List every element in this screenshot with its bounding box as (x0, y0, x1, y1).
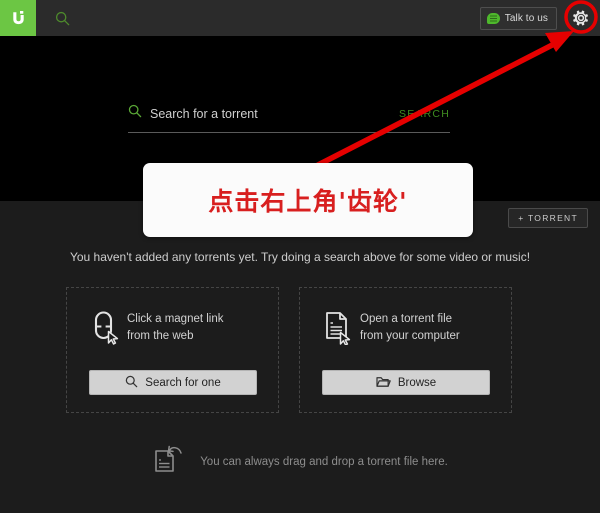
search-input[interactable] (150, 106, 400, 121)
gear-icon (573, 10, 588, 26)
torrent-file-card-line1: Open a torrent file (360, 313, 453, 325)
browse-button[interactable]: Browse (322, 370, 490, 395)
settings-gear-button[interactable] (570, 7, 592, 29)
drag-drop-hint: You can always drag and drop a torrent f… (0, 444, 600, 479)
action-cards: Click a magnet link from the web Search … (66, 287, 512, 413)
talk-to-us-button[interactable]: Talk to us (479, 6, 557, 30)
torrent-file-card-header: Open a torrent file from your computer (300, 288, 511, 350)
document-icon (322, 309, 360, 350)
top-bar: Talk to us (0, 0, 600, 36)
chat-bubble-icon (486, 12, 500, 24)
magnet-card-line2: from the web (127, 330, 194, 342)
torrent-file-card-text: Open a torrent file from your computer (360, 309, 460, 345)
torrent-search-bar: SEARCH (128, 104, 450, 133)
magnet-icon (89, 309, 127, 350)
torrent-file-card: Open a torrent file from your computer B… (299, 287, 512, 413)
utorrent-logo-icon[interactable] (0, 0, 36, 36)
magnet-card-line1: Click a magnet link (127, 313, 224, 325)
search-submit-button[interactable]: SEARCH (399, 108, 450, 120)
drag-drop-text: You can always drag and drop a torrent f… (200, 455, 448, 468)
search-icon (128, 104, 142, 123)
talk-to-us-label: Talk to us (504, 12, 548, 24)
magnet-link-card: Click a magnet link from the web Search … (66, 287, 279, 413)
document-drop-icon (152, 444, 186, 479)
magnet-card-header: Click a magnet link from the web (67, 288, 278, 350)
browse-label: Browse (397, 376, 437, 389)
hero-section: SEARCH (0, 36, 600, 201)
torrent-file-card-line2: from your computer (360, 330, 460, 342)
search-for-one-label: Search for one (145, 376, 221, 389)
folder-icon (376, 375, 391, 391)
topbar-search-icon[interactable] (42, 0, 82, 36)
empty-state-message: You haven't added any torrents yet. Try … (69, 250, 531, 264)
magnet-card-text: Click a magnet link from the web (127, 309, 224, 345)
search-icon (125, 375, 138, 391)
add-torrent-button[interactable]: + TORRENT (508, 208, 588, 228)
search-for-one-button[interactable]: Search for one (89, 370, 257, 395)
main-content: + TORRENT You haven't added any torrents… (0, 201, 600, 513)
